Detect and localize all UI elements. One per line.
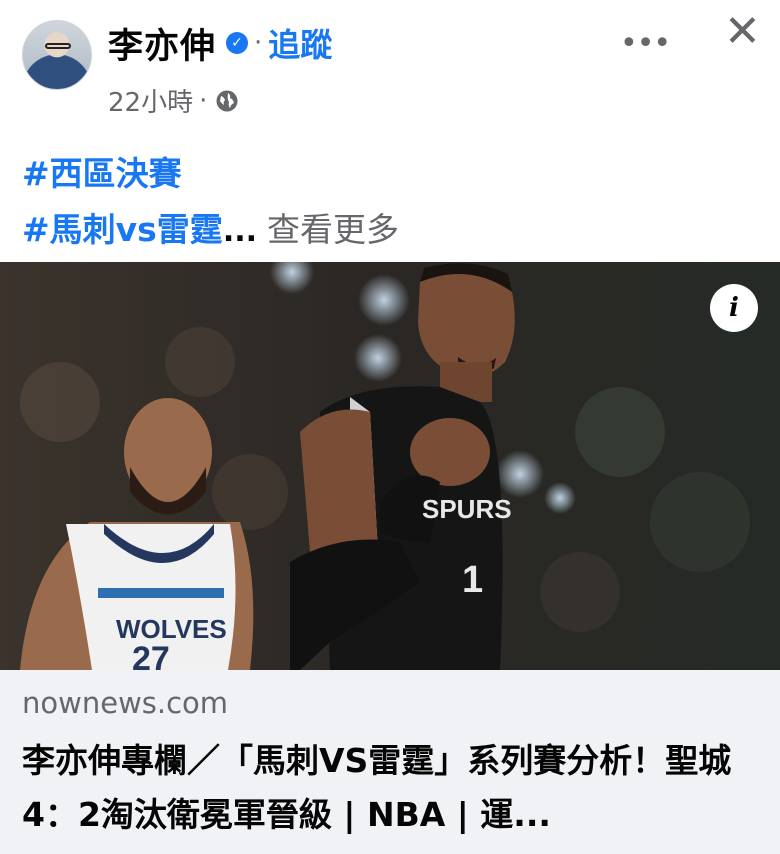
avatar-glasses (45, 43, 71, 49)
meta-separator: · (199, 85, 208, 116)
text-ellipsis: ... (222, 214, 258, 249)
verified-badge-icon: ✓ (226, 32, 249, 54)
post-header: 李亦伸 ✓ · 追蹤 22小時 · ••• ✕ (0, 0, 780, 130)
see-more-link[interactable]: 查看更多 (267, 210, 399, 249)
separator-dot: · (254, 28, 263, 58)
follow-button[interactable]: 追蹤 (268, 20, 332, 66)
link-title: 李亦伸專欄／「馬刺VS雷霆」系列賽分析！聖城4：2淘汰衛冕軍晉級 | NBA |… (22, 741, 732, 834)
hashtag-line-2: #馬刺vs雷霆... 查看更多 (22, 202, 762, 260)
post-timestamp[interactable]: 22小時 (108, 82, 193, 119)
post-meta: 22小時 · (108, 82, 239, 119)
jersey-left-number: 27 (132, 640, 170, 670)
post-text: #西區決賽 #馬刺vs雷霆... 查看更多 (22, 146, 762, 260)
link-domain: nownews.com (22, 686, 229, 720)
more-options-icon[interactable]: ••• (620, 26, 671, 61)
author-name[interactable]: 李亦伸 (108, 18, 216, 69)
info-icon[interactable]: i (710, 284, 758, 332)
close-icon[interactable]: ✕ (724, 10, 761, 54)
link-preview-image[interactable]: WOLVES 27 SPURS 1 (0, 262, 780, 670)
author-avatar[interactable] (22, 20, 92, 90)
jersey-right-number: 1 (462, 559, 483, 601)
basketball-photo: WOLVES 27 SPURS 1 (0, 262, 780, 670)
globe-icon (216, 90, 238, 111)
hashtag-spurs-vs-thunder[interactable]: #馬刺vs雷霆 (22, 210, 223, 249)
author-row: 李亦伸 ✓ · 追蹤 (108, 18, 332, 68)
link-preview-card[interactable]: nownews.com 李亦伸專欄／「馬刺VS雷霆」系列賽分析！聖城4：2淘汰衛… (0, 670, 780, 854)
hashtag-west-finals[interactable]: #西區決賽 (22, 146, 762, 202)
jersey-right-text: SPURS (422, 494, 512, 524)
